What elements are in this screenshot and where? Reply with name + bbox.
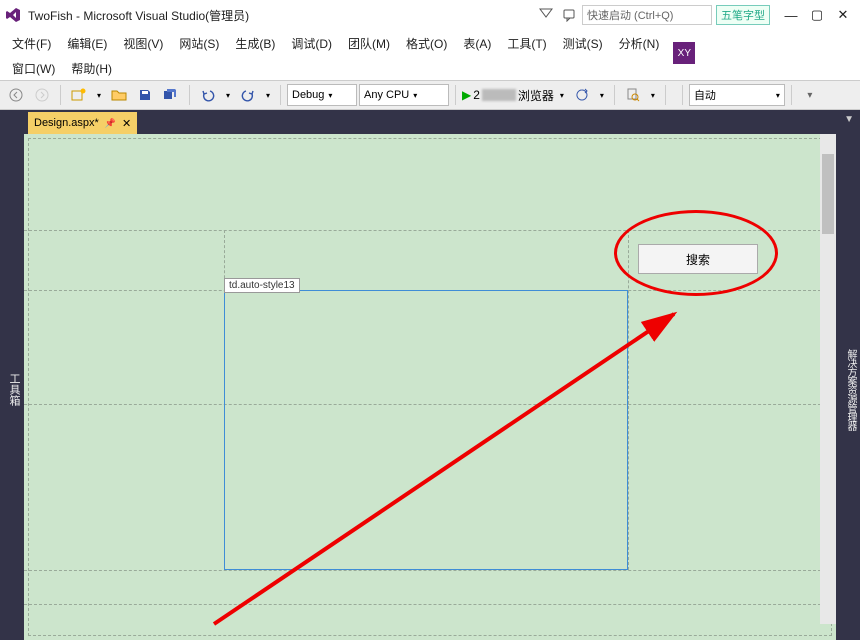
undo-button[interactable]	[196, 83, 220, 107]
col-divider	[628, 230, 629, 570]
redo-button[interactable]	[236, 83, 260, 107]
menu-table[interactable]: 表(A)	[455, 32, 499, 55]
menu-analyze[interactable]: 分析(N)	[611, 32, 668, 55]
document-tab-well: Design.aspx* 📌 ✕ ▼	[0, 110, 860, 134]
new-project-caret[interactable]: ▾	[93, 91, 105, 100]
new-project-button[interactable]	[67, 83, 91, 107]
rail-solution-explorer[interactable]: 解决方案资源管理器	[841, 347, 860, 432]
row-divider	[24, 604, 836, 605]
notifications-icon[interactable]	[536, 5, 556, 25]
run-blur	[482, 89, 516, 101]
scrollbar-thumb[interactable]	[822, 154, 834, 234]
ime-badge[interactable]: 五笔字型	[716, 5, 770, 25]
rail-toolbox[interactable]: 工具箱	[4, 369, 24, 410]
vs-logo-icon	[4, 6, 22, 24]
window-controls: — ▢ ✕	[778, 5, 856, 25]
config-combo[interactable]: Debug▾	[287, 84, 357, 106]
menu-bar-2: 窗口(W) 帮助(H)	[0, 56, 860, 80]
selected-cell[interactable]	[224, 290, 628, 570]
run-suffix: 浏览器	[518, 87, 554, 104]
open-file-button[interactable]	[107, 83, 131, 107]
vertical-scrollbar[interactable]	[820, 134, 836, 624]
run-button[interactable]: ▶ 2 浏览器 ▾	[462, 87, 568, 104]
close-button[interactable]: ✕	[830, 5, 856, 25]
document-tab-active[interactable]: Design.aspx* 📌 ✕	[28, 112, 137, 134]
browser-link-button[interactable]	[570, 83, 594, 107]
platform-value: Any CPU	[364, 89, 409, 101]
undo-caret[interactable]: ▾	[222, 91, 234, 100]
target-combo[interactable]: 自动▾	[689, 84, 785, 106]
designer-shell: td.auto-style13 搜索	[24, 134, 836, 640]
maximize-button[interactable]: ▢	[804, 5, 830, 25]
menu-test[interactable]: 测试(S)	[555, 32, 611, 55]
quick-launch-input[interactable]: 快速启动 (Ctrl+Q)	[582, 5, 712, 25]
menu-window[interactable]: 窗口(W)	[4, 57, 63, 80]
pin-icon[interactable]: 📌	[105, 118, 116, 129]
row-divider	[24, 570, 836, 571]
play-icon: ▶	[462, 88, 471, 102]
tab-close-button[interactable]: ✕	[122, 117, 131, 130]
run-prefix: 2	[473, 88, 480, 102]
menu-build[interactable]: 生成(B)	[227, 32, 283, 55]
annotation-ellipse	[614, 210, 778, 296]
toolbar: ▾ ▾ ▾ Debug▾ Any CPU▾ ▶ 2 浏览器 ▾ ▾ ▾ 自动▾ …	[0, 80, 860, 110]
cell-tag-label: td.auto-style13	[224, 278, 300, 293]
menu-website[interactable]: 网站(S)	[171, 32, 227, 55]
tab-label: Design.aspx*	[34, 117, 99, 129]
menu-bar: 文件(F) 编辑(E) 视图(V) 网站(S) 生成(B) 调试(D) 团队(M…	[0, 30, 860, 56]
nav-back-button[interactable]	[4, 83, 28, 107]
platform-combo[interactable]: Any CPU▾	[359, 84, 449, 106]
menu-help[interactable]: 帮助(H)	[63, 57, 120, 80]
find-caret[interactable]: ▾	[647, 91, 659, 100]
account-badge[interactable]: XY	[673, 42, 695, 64]
title-bar: TwoFish - Microsoft Visual Studio(管理员) 快…	[0, 0, 860, 30]
tab-overflow-button[interactable]: ▼	[844, 114, 854, 125]
feedback-icon[interactable]	[560, 5, 580, 25]
save-button[interactable]	[133, 83, 157, 107]
find-in-files-button[interactable]	[621, 83, 645, 107]
browser-link-caret[interactable]: ▾	[596, 91, 608, 100]
menu-view[interactable]: 视图(V)	[115, 32, 171, 55]
menu-debug[interactable]: 调试(D)	[283, 32, 340, 55]
menu-file[interactable]: 文件(F)	[4, 32, 59, 55]
minimize-button[interactable]: —	[778, 5, 804, 25]
window-title: TwoFish - Microsoft Visual Studio(管理员)	[28, 7, 249, 24]
menu-tools[interactable]: 工具(T)	[499, 32, 554, 55]
left-tool-rail: 工具箱	[0, 134, 24, 640]
main-area: 工具箱 td.auto-style13 搜索	[0, 134, 860, 640]
menu-format[interactable]: 格式(O)	[398, 32, 455, 55]
config-value: Debug	[292, 89, 324, 101]
designer-surface[interactable]: td.auto-style13 搜索	[24, 134, 836, 640]
save-all-button[interactable]	[159, 83, 183, 107]
redo-caret[interactable]: ▾	[262, 91, 274, 100]
target-value: 自动	[694, 87, 716, 103]
right-tool-rail: 解决方案资源管理器 团队资源管理器 诊断工具 属性	[836, 134, 860, 640]
toolbar-overflow-button[interactable]: ▾	[798, 83, 822, 107]
quick-launch-placeholder: 快速启动 (Ctrl+Q)	[587, 7, 673, 23]
menu-edit[interactable]: 编辑(E)	[59, 32, 115, 55]
menu-team[interactable]: 团队(M)	[340, 32, 398, 55]
nav-fwd-button[interactable]	[30, 83, 54, 107]
